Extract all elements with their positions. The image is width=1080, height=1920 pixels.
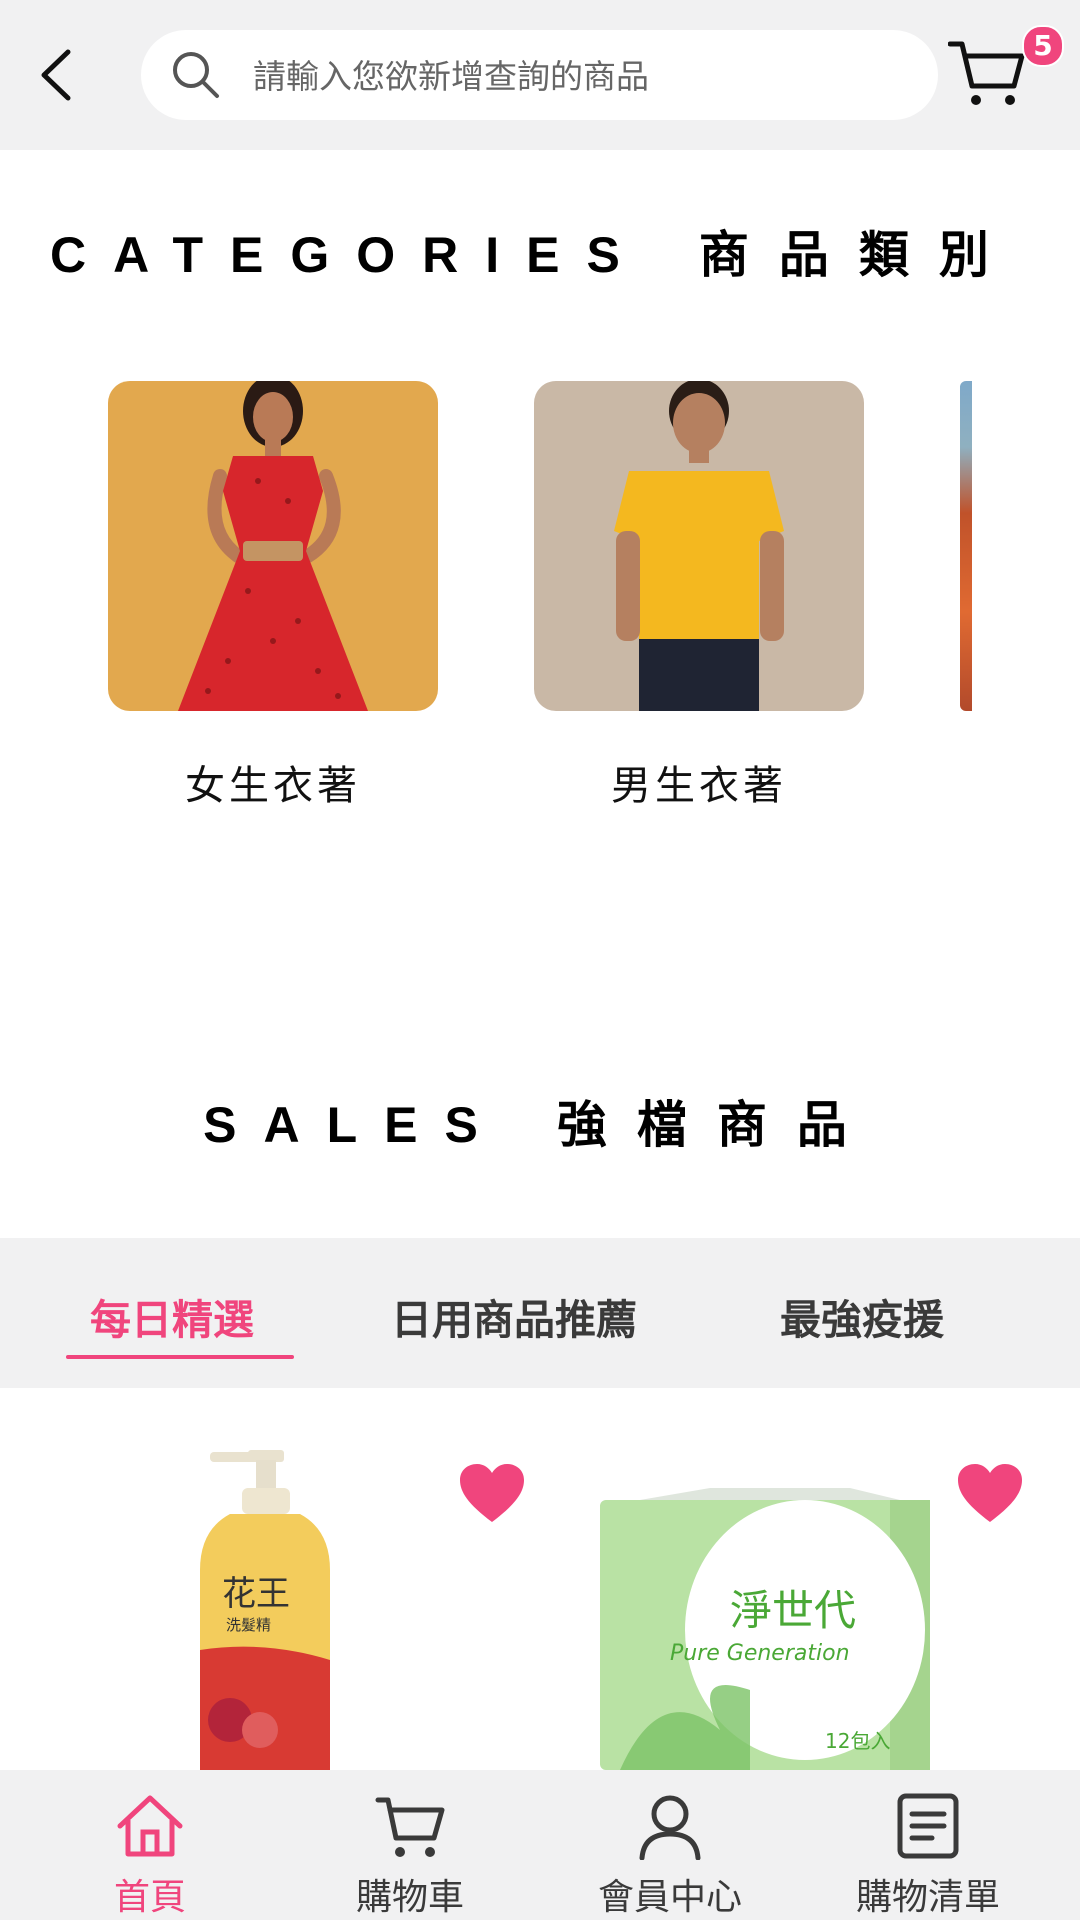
cart-count-badge: 5 bbox=[1022, 25, 1064, 67]
categories-title-zh: 商品類別 bbox=[698, 226, 1019, 284]
nav-home-label: 首頁 bbox=[113, 1877, 186, 1918]
man-in-yellow-shirt-image bbox=[534, 381, 864, 711]
category-card-partial[interactable] bbox=[960, 381, 972, 711]
nav-shopping-list-label: 購物清單 bbox=[855, 1877, 1000, 1918]
tab-daily-picks[interactable]: 每日精選 bbox=[90, 1286, 254, 1346]
search-bar[interactable] bbox=[141, 30, 938, 120]
active-tab-indicator bbox=[66, 1355, 294, 1359]
tissue-pack-image: 淨世代 Pure Generation 12包入 bbox=[600, 1488, 930, 1770]
shampoo-bottle-image: 花王 洗髮精 bbox=[200, 1450, 330, 1770]
nav-cart-label: 購物車 bbox=[355, 1877, 464, 1918]
tissue-pack-text: 12包入 bbox=[825, 1729, 890, 1753]
search-icon bbox=[173, 52, 219, 98]
categories-heading: CATEGORIES 商品類別 bbox=[50, 215, 1080, 287]
product-card-tissue[interactable]: 淨世代 Pure Generation 12包入 bbox=[600, 1480, 930, 1774]
category-image-men[interactable] bbox=[534, 381, 864, 711]
tab-epidemic-aid[interactable]: 最強疫援 bbox=[780, 1286, 944, 1346]
category-label-men[interactable]: 男生衣著 bbox=[534, 753, 864, 811]
sales-title-en: SALES bbox=[203, 1097, 505, 1153]
product-card-shampoo[interactable]: 花王 洗髮精 bbox=[190, 1450, 340, 1774]
categories-title-en: CATEGORIES bbox=[50, 227, 647, 283]
home-icon bbox=[117, 1795, 183, 1857]
search-input[interactable] bbox=[251, 45, 915, 107]
cart-icon bbox=[375, 1797, 445, 1857]
sales-title-zh: 強檔商品 bbox=[556, 1096, 877, 1154]
category-card-men[interactable]: 男生衣著 bbox=[534, 381, 864, 811]
sales-tab-bar: 每日精選 日用商品推薦 最強疫援 bbox=[0, 1238, 1080, 1388]
bottom-navigation: 首頁 購物車 會員中心 購物清單 bbox=[0, 1770, 1080, 1920]
heart-icon[interactable] bbox=[458, 1462, 526, 1524]
tissue-brand-text: 淨世代 bbox=[730, 1586, 856, 1635]
back-button[interactable] bbox=[30, 40, 90, 110]
heart-icon[interactable] bbox=[956, 1462, 1024, 1524]
nav-cart[interactable]: 購物車 bbox=[310, 1770, 510, 1920]
tab-daily-goods[interactable]: 日用商品推薦 bbox=[391, 1286, 637, 1346]
top-bar: 5 bbox=[0, 0, 1080, 150]
nav-member-label: 會員中心 bbox=[597, 1877, 742, 1918]
category-label-women[interactable]: 女生衣著 bbox=[108, 753, 438, 811]
sales-heading: SALES 強檔商品 bbox=[0, 1085, 1080, 1157]
cart-button[interactable]: 5 bbox=[948, 25, 1064, 120]
category-image-women[interactable] bbox=[108, 381, 438, 711]
woman-in-red-dress-image bbox=[108, 381, 438, 711]
category-card-women[interactable]: 女生衣著 bbox=[108, 381, 438, 811]
shampoo-sub-text: 洗髮精 bbox=[226, 1616, 271, 1634]
chevron-left-icon bbox=[41, 49, 71, 101]
nav-home[interactable]: 首頁 bbox=[50, 1770, 250, 1920]
user-icon bbox=[639, 1795, 701, 1860]
nav-member[interactable]: 會員中心 bbox=[570, 1770, 770, 1920]
nav-shopping-list[interactable]: 購物清單 bbox=[828, 1770, 1028, 1920]
shampoo-brand-text: 花王 bbox=[222, 1574, 290, 1614]
tissue-sub-text: Pure Generation bbox=[670, 1641, 850, 1666]
list-icon bbox=[897, 1793, 959, 1859]
cart-icon bbox=[948, 41, 1025, 105]
